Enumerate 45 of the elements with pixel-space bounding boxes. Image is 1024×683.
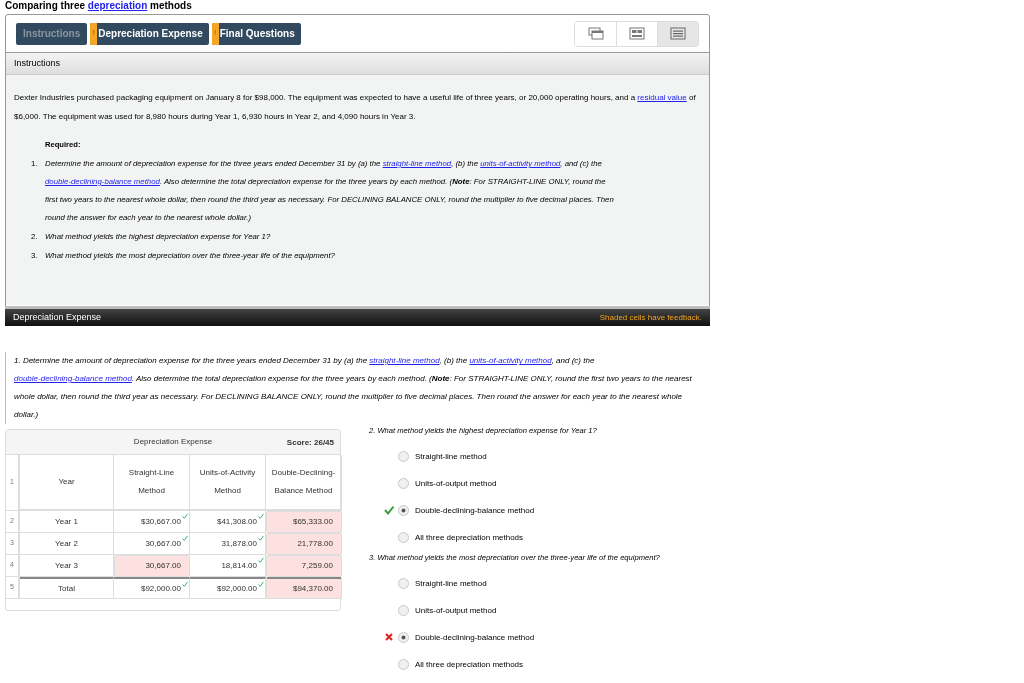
layout-icon	[629, 27, 645, 40]
list-icon	[670, 27, 686, 40]
radio-button[interactable]	[398, 505, 409, 516]
option-label[interactable]: Straight-line method	[415, 577, 487, 590]
radio-button[interactable]	[398, 632, 409, 643]
windows-icon	[587, 27, 604, 40]
input-cell[interactable]: 30,667.00	[114, 555, 190, 577]
option-label[interactable]: All three depreciation methods	[415, 658, 524, 671]
link[interactable]: residual value	[637, 93, 687, 102]
table-cell: Year 2	[20, 533, 114, 555]
input-cell[interactable]: $30,667.00	[114, 511, 190, 533]
radio-button[interactable]	[398, 451, 409, 462]
column-header: Straight-Line Method	[114, 455, 190, 511]
option-label[interactable]: All three depreciation methods	[415, 531, 524, 544]
question-text: 1. Determine the amount of depreciation expense for the three years ended December 31 by (a) the straight-line method, (b) the units-of-activity method, and (c) the double-declining-balance method. Also determine the total depreciation expense for the three years by each method. (Note: For STRAIGHT-LINE ONLY, round the first two years to the nearest whole dollar, then round the third year as necessary. For DECLINING BALANCE ONLY, round the multiplier to five decimal places. Then round the answer for each year to the nearest whole dollar.)	[5, 352, 705, 424]
input-cell[interactable]: $92,000.00	[114, 577, 190, 599]
option-label[interactable]: Units-of-output method	[415, 604, 497, 617]
score-label: Score: 26/45	[286, 437, 334, 449]
table-cell: Total	[20, 577, 114, 599]
option-label[interactable]: Units-of-output method	[415, 477, 497, 490]
intro-paragraph: Dexter Industries purchased packaging equipment on January 8 for $98,000. The equipment was expected to have a useful life of three years, or 20,000 operating hours, and a residual value of $6,000. The equipment was used for 8,980 hours during Year 1, 6,930 hours in Year 2, and 4,090 hours in Year 3.	[13, 92, 697, 123]
option-label[interactable]: Straight-line method	[415, 450, 487, 463]
section-title: Depreciation Expense	[13, 310, 102, 324]
option-label[interactable]: Double-declining-balance method	[415, 631, 535, 644]
table-cell: Year 1	[20, 511, 114, 533]
radio-button[interactable]	[398, 605, 409, 616]
link[interactable]: depreciation	[87, 0, 148, 11]
page-title: Comparing three depreciation methods	[5, 0, 192, 12]
link[interactable]: units-of-activity method	[469, 356, 552, 365]
link[interactable]: straight-line method	[369, 356, 440, 365]
panel-header: Instructions	[6, 53, 709, 75]
feedback-note: Shaded cells have feedback.	[599, 311, 702, 324]
input-cell[interactable]: 7,259.00	[266, 555, 342, 577]
column-header: Units-of-Activity Method	[190, 455, 266, 511]
radio-button[interactable]	[398, 659, 409, 670]
table-title: Depreciation Expense	[133, 436, 213, 448]
radio-button[interactable]	[398, 578, 409, 589]
input-cell[interactable]: 21,778.00	[266, 533, 342, 555]
view-button[interactable]	[657, 21, 698, 46]
input-cell[interactable]: $65,333.00	[266, 511, 342, 533]
input-cell[interactable]: $94,370.00	[266, 577, 342, 599]
column-header: Year	[20, 455, 114, 511]
option-label[interactable]: Double-declining-balance method	[415, 504, 535, 517]
radio-button[interactable]	[398, 478, 409, 489]
radio-button[interactable]	[398, 532, 409, 543]
